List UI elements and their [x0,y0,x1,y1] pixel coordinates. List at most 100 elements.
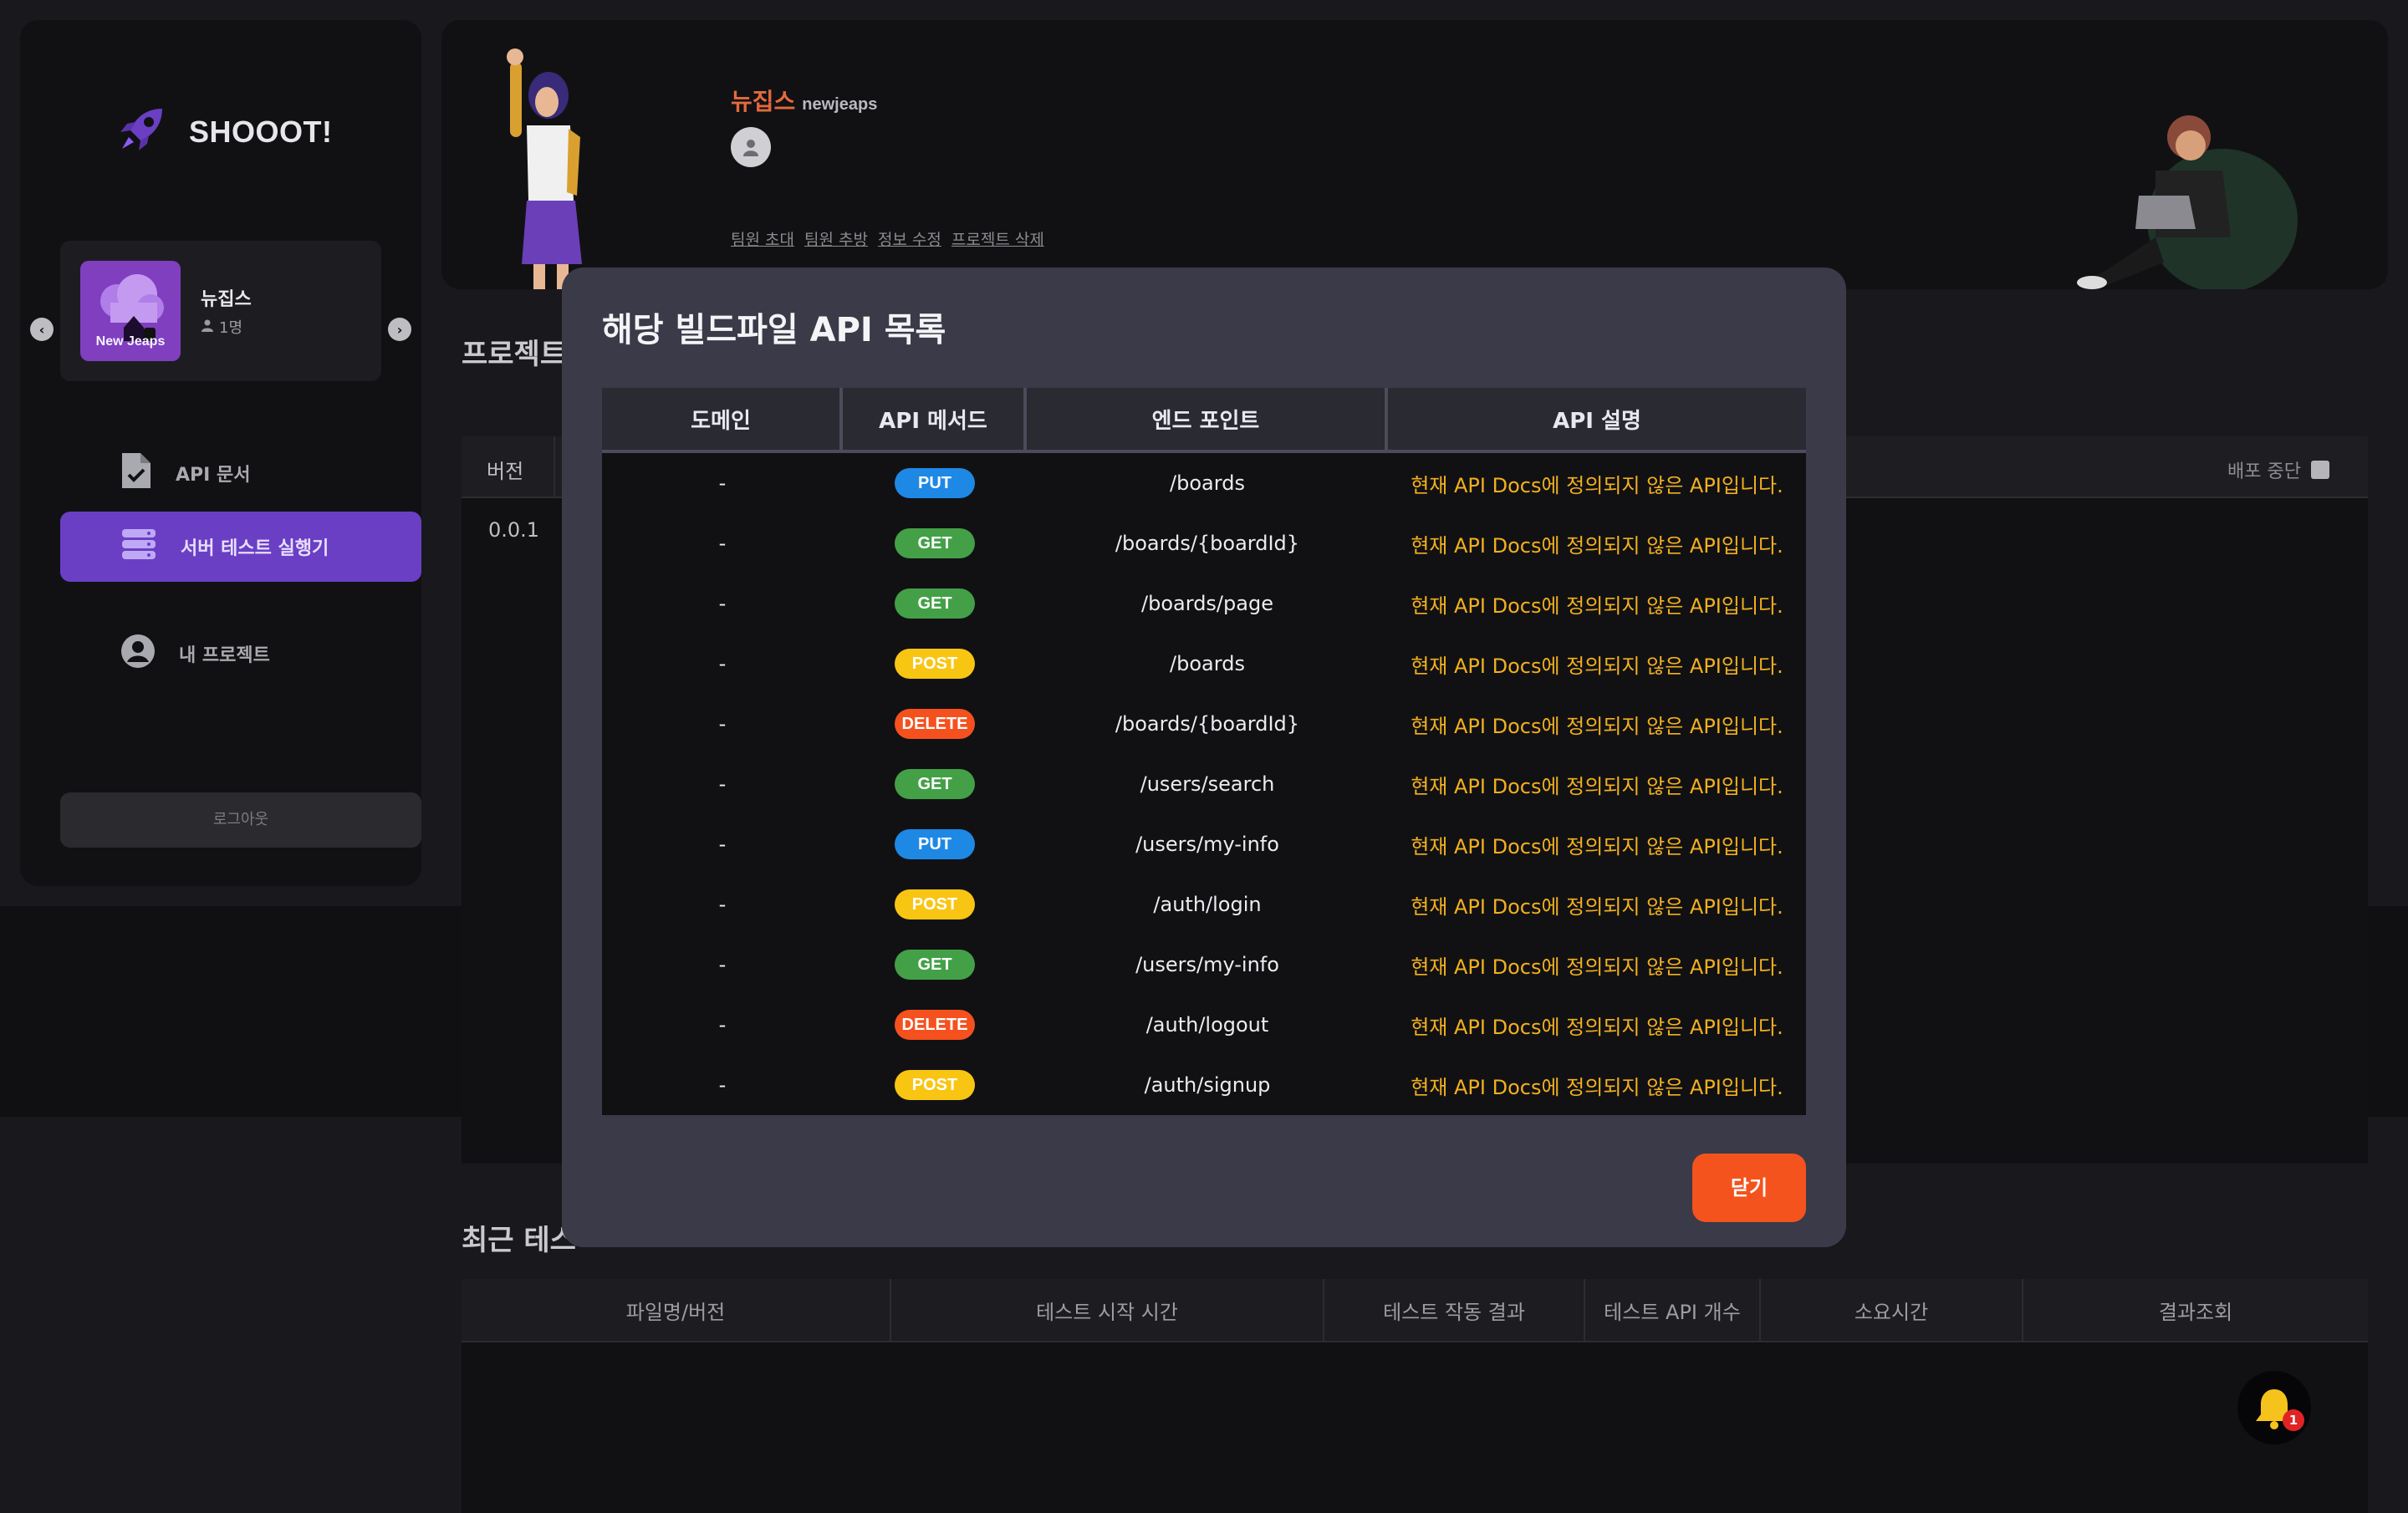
document-check-icon [120,451,152,495]
modal-footer: 닫기 [562,1117,1846,1247]
table-row[interactable]: - PUT/boards 현재 API Docs에 정의되지 않은 API입니다. [602,453,1806,513]
notification-button[interactable] [2237,1371,2311,1444]
next-project-button[interactable]: › [388,318,411,341]
user-icon [201,318,214,336]
user-icon [743,140,758,156]
method-cell: POST [843,634,1027,694]
col-filename-version: 파일명/버전 [462,1279,891,1341]
header-title: 뉴집스 newjeaps [731,84,877,117]
method-cell: GET [843,573,1027,634]
domain-cell: - [718,772,727,796]
version-value[interactable]: 0.0.1 [488,518,539,542]
table-row[interactable]: - PUT/users/my-info 현재 API Docs에 정의되지 않은 A… [602,814,1806,874]
invite-member-link[interactable]: 팀원 초대 [731,227,794,250]
domain-cell: - [718,532,727,555]
domain-cell: - [718,471,727,495]
description-cell: 현재 API Docs에 정의되지 않은 API입니다. [1411,834,1783,858]
project-name-kr: 뉴집스 [731,88,796,115]
col-test-api-count: 테스트 API 개수 [1585,1279,1761,1341]
character-illustration-left [507,48,582,289]
nav-label: 서버 테스트 실행기 [181,538,329,559]
project-header: 뉴집스 newjeaps 팀원 초대 팀원 추방 정보 수정 프로젝트 삭제 [441,20,2388,289]
method-cell: GET [843,935,1027,995]
server-icon [120,527,157,566]
description-cell: 현재 API Docs에 정의되지 않은 API입니다. [1411,714,1783,738]
description-cell: 현재 API Docs에 정의되지 않은 API입니다. [1411,774,1783,798]
api-table-body: - PUT/boards 현재 API Docs에 정의되지 않은 API입니다. -… [602,453,1806,1115]
endpoint-cell: /auth/logout [1145,1013,1269,1037]
project-thumb-label: New Jeaps [95,334,166,349]
recent-tests-table: 파일명/버전 테스트 시작 시간 테스트 작동 결과 테스트 API 개수 소요… [462,1279,2368,1513]
method-badge: POST [895,1070,975,1100]
col-api-description: API 설명 [1553,408,1641,434]
delete-project-link[interactable]: 프로젝트 삭제 [951,227,1044,250]
method-badge: POST [895,649,975,679]
api-table: 도메인 API 메서드 엔드 포인트 API 설명 - PUT/boards 현재 … [602,388,1806,1115]
deploy-stop-label: 배포 중단 [2227,461,2301,482]
nav-item-my-project[interactable]: 내 프로젝트 [60,619,421,689]
method-cell: DELETE [843,995,1027,1055]
domain-cell: - [718,592,727,615]
logout-button[interactable]: 로그아웃 [60,792,421,848]
method-badge: PUT [895,829,975,859]
domain-cell: - [718,652,727,675]
endpoint-cell: /boards [1170,652,1245,675]
version-header: 버전 [487,460,524,483]
method-badge: GET [895,950,975,980]
table-row[interactable]: - DELETE/auth/logout 현재 API Docs에 정의되지 않은 … [602,995,1806,1055]
nav-label: 내 프로젝트 [179,645,270,666]
edit-info-link[interactable]: 정보 수정 [878,227,941,250]
method-badge: GET [895,769,975,799]
chevron-left-icon: ‹ [38,321,45,338]
method-cell: POST [843,1055,1027,1115]
description-cell: 현재 API Docs에 정의되지 않은 API입니다. [1411,533,1783,558]
description-cell: 현재 API Docs에 정의되지 않은 API입니다. [1411,1075,1783,1099]
nav-item-server-test-runner[interactable]: 서버 테스트 실행기 [60,512,421,582]
close-button[interactable]: 닫기 [1692,1154,1806,1222]
table-row[interactable]: - GET/boards/{boardId} 현재 API Docs에 정의되지 않… [602,513,1806,573]
table-row[interactable]: - POST/auth/login 현재 API Docs에 정의되지 않은 API… [602,874,1806,935]
character-illustration-right [2077,115,2298,289]
project-name-en: newjeaps [802,95,878,114]
table-row[interactable]: - GET/users/my-info 현재 API Docs에 정의되지 않은 A… [602,935,1806,995]
remove-member-link[interactable]: 팀원 추방 [804,227,868,250]
brand-name: SHOOOT! [189,115,333,149]
description-cell: 현재 API Docs에 정의되지 않은 API입니다. [1411,654,1783,678]
table-row[interactable]: - POST/auth/signup 현재 API Docs에 정의되지 않은 AP… [602,1055,1806,1115]
checkbox-icon [2311,461,2329,479]
endpoint-cell: /users/search [1140,772,1275,796]
notification-badge: 1 [2283,1409,2304,1431]
nav-item-api-docs[interactable]: API 문서 [60,438,421,508]
project-card[interactable]: New Jeaps 뉴집스 1명 [60,241,381,381]
domain-cell: - [718,953,727,976]
deploy-stop-toggle[interactable]: 배포 중단 [2227,456,2329,483]
col-view-result: 결과조회 [2158,1300,2233,1324]
table-row[interactable]: - DELETE/boards/{boardId} 현재 API Docs에 정의되… [602,694,1806,754]
prev-project-button[interactable]: ‹ [30,318,54,341]
col-endpoint: 엔드 포인트 [1027,388,1388,450]
domain-cell: - [718,1073,727,1097]
logo[interactable]: SHOOOT! [114,104,333,160]
method-badge: GET [895,588,975,619]
project-name: 뉴집스 [201,289,252,310]
member-count: 1명 [219,319,243,337]
table-row[interactable]: - POST/boards 현재 API Docs에 정의되지 않은 API입니다. [602,634,1806,694]
endpoint-cell: /boards/page [1141,592,1273,615]
endpoint-cell: /boards [1170,471,1245,495]
user-circle-icon [120,634,156,674]
method-badge: GET [895,528,975,558]
member-avatar[interactable] [731,127,771,167]
description-cell: 현재 API Docs에 정의되지 않은 API입니다. [1411,1015,1783,1039]
api-list-modal: 해당 빌드파일 API 목록 도메인 API 메서드 엔드 포인트 API 설명… [562,267,1846,1247]
col-test-result: 테스트 작동 결과 [1324,1279,1585,1341]
chevron-right-icon: › [396,321,403,338]
description-cell: 현재 API Docs에 정의되지 않은 API입니다. [1411,955,1783,979]
endpoint-cell: /auth/signup [1144,1073,1271,1097]
recent-tests-header: 파일명/버전 테스트 시작 시간 테스트 작동 결과 테스트 API 개수 소요… [462,1279,2368,1342]
method-cell: GET [843,754,1027,814]
table-row[interactable]: - GET/boards/page 현재 API Docs에 정의되지 않은 API… [602,573,1806,634]
endpoint-cell: /auth/login [1153,893,1262,916]
header-actions: 팀원 초대 팀원 추방 정보 수정 프로젝트 삭제 [731,227,1044,250]
endpoint-cell: /boards/{boardId} [1115,532,1300,555]
table-row[interactable]: - GET/users/search 현재 API Docs에 정의되지 않은 AP… [602,754,1806,814]
